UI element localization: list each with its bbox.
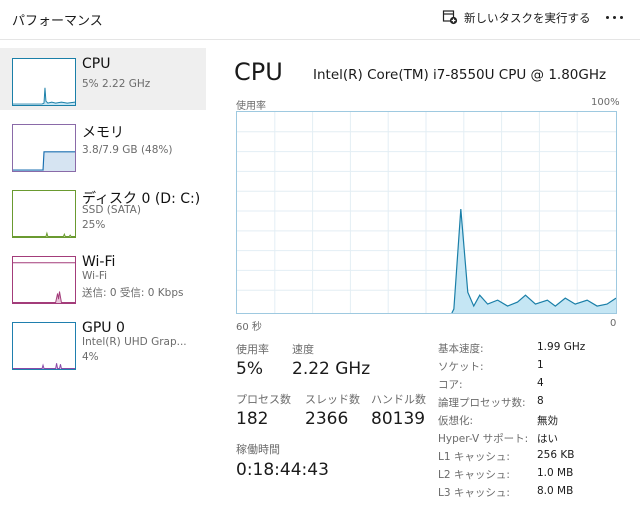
sidebar-item-title: Wi-Fi <box>82 254 116 270</box>
spec-virtualization-label: 仮想化: <box>438 415 474 427</box>
processes-label: プロセス数 <box>236 393 291 406</box>
spec-l3-cache-value: 8.0 MB <box>537 485 574 497</box>
processes-value: 182 <box>236 409 269 429</box>
sidebar-item-disk[interactable]: ディスク 0 (D: C:) SSD (SATA) 25% <box>0 180 206 242</box>
uptime-label: 稼働時間 <box>236 443 280 456</box>
sidebar-item-title: CPU <box>82 56 111 72</box>
graph-label: 使用率 <box>236 101 266 112</box>
cpu-thumbnail-graph <box>12 58 76 106</box>
spec-hyperv-label: Hyper-V サポート: <box>438 433 529 445</box>
sidebar-item-detail: Wi-Fi <box>82 270 108 282</box>
speed-value: 2.22 GHz <box>292 359 371 379</box>
uptime-value: 0:18:44:43 <box>236 460 329 480</box>
graph-max-label: 100% <box>591 97 620 108</box>
spec-cores-label: コア: <box>438 379 463 391</box>
sidebar-item-gpu[interactable]: GPU 0 Intel(R) UHD Grap... 4% <box>0 312 206 374</box>
memory-thumbnail-graph <box>12 124 76 172</box>
graph-time-right: 0 <box>610 318 617 329</box>
spec-base-speed-label: 基本速度: <box>438 343 484 355</box>
spec-l3-cache-label: L3 キャッシュ: <box>438 487 510 499</box>
spec-base-speed-value: 1.99 GHz <box>537 341 586 353</box>
gpu-thumbnail-graph <box>12 322 76 370</box>
threads-value: 2366 <box>305 409 349 429</box>
usage-value: 5% <box>236 359 263 379</box>
spec-logical-processors-label: 論理プロセッサ数: <box>438 397 526 409</box>
sidebar-item-title: メモリ <box>82 125 124 141</box>
sidebar-item-detail: Intel(R) UHD Grap... <box>82 336 187 348</box>
handles-value: 80139 <box>371 409 426 429</box>
sidebar-item-detail-secondary: 4% <box>82 351 99 363</box>
handles-label: ハンドル数 <box>371 393 426 406</box>
sidebar-item-wifi[interactable]: Wi-Fi Wi-Fi 送信: 0 受信: 0 Kbps <box>0 246 206 308</box>
more-dot <box>605 15 609 19</box>
sidebar-item-title: GPU 0 <box>82 320 125 336</box>
main-title: CPU <box>234 58 283 86</box>
spec-cores-value: 4 <box>537 377 544 389</box>
spec-sockets-label: ソケット: <box>438 361 484 373</box>
more-options-button[interactable] <box>600 6 628 28</box>
spec-l2-cache-label: L2 キャッシュ: <box>438 469 510 481</box>
usage-label: 使用率 <box>236 343 269 356</box>
sidebar-item-detail-secondary: 25% <box>82 219 106 231</box>
new-task-icon <box>442 9 458 28</box>
spec-virtualization-value: 無効 <box>537 415 558 427</box>
sidebar-item-detail: SSD (SATA) <box>82 204 141 216</box>
sidebar-item-cpu[interactable]: CPU 5% 2.22 GHz <box>0 48 206 110</box>
more-dot <box>619 15 623 19</box>
wifi-thumbnail-graph <box>12 256 76 304</box>
spec-hyperv-value: はい <box>537 433 558 445</box>
spec-l2-cache-value: 1.0 MB <box>537 467 574 479</box>
sidebar-item-detail: 3.8/7.9 GB (48%) <box>82 144 173 156</box>
more-dot <box>612 15 616 19</box>
threads-label: スレッド数 <box>305 393 360 406</box>
top-bar: パフォーマンス 新しいタスクを実行する <box>0 0 640 40</box>
sidebar-item-detail-secondary: 送信: 0 受信: 0 Kbps <box>82 287 184 299</box>
sidebar-item-detail: 5% 2.22 GHz <box>82 78 151 90</box>
spec-l1-cache-value: 256 KB <box>537 449 575 461</box>
sidebar: CPU 5% 2.22 GHz メモリ 3.8/7.9 GB (48%) ディス… <box>0 48 208 524</box>
speed-label: 速度 <box>292 343 314 356</box>
disk-thumbnail-graph <box>12 190 76 238</box>
new-task-button[interactable]: 新しいタスクを実行する <box>442 8 591 28</box>
graph-time-left: 60 秒 <box>236 322 262 333</box>
spec-l1-cache-label: L1 キャッシュ: <box>438 451 510 463</box>
spec-logical-processors-value: 8 <box>537 395 544 407</box>
spec-sockets-value: 1 <box>537 359 544 371</box>
cpu-usage-graph <box>236 111 617 314</box>
cpu-model: Intel(R) Core(TM) i7-8550U CPU @ 1.80GHz <box>313 67 607 83</box>
page-title: パフォーマンス <box>12 14 103 29</box>
new-task-label: 新しいタスクを実行する <box>464 11 591 25</box>
sidebar-item-memory[interactable]: メモリ 3.8/7.9 GB (48%) <box>0 114 206 176</box>
